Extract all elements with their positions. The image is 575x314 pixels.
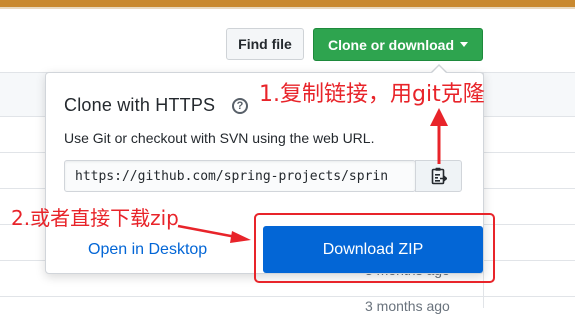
annotation-arrow-right [177,224,251,243]
annotation-arrows [177,108,448,243]
annotation-arrow-up [430,108,448,164]
